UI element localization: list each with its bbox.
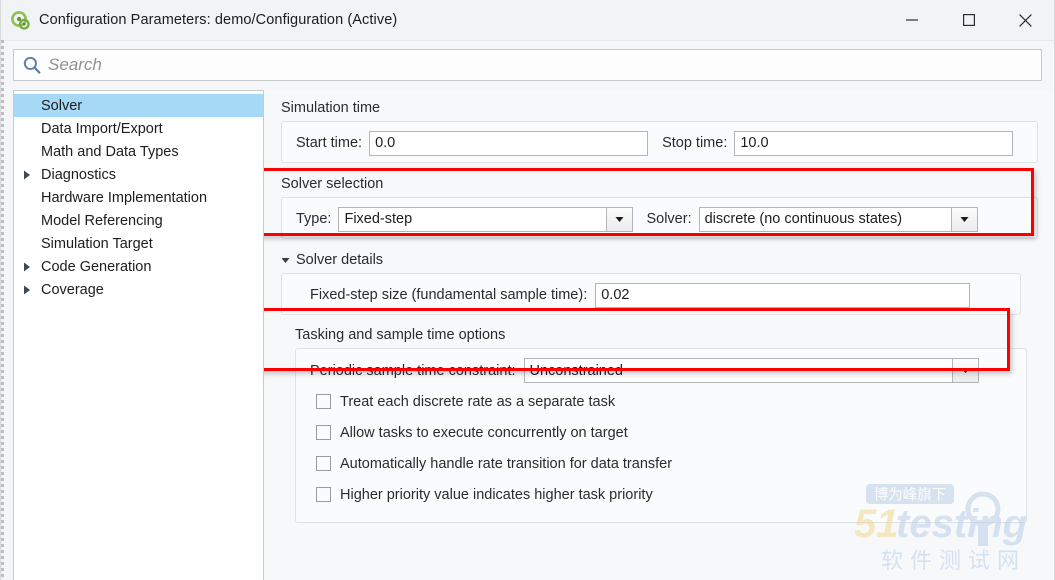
- sidebar-item-code-generation[interactable]: Code Generation: [14, 255, 263, 278]
- solver-type-dropdown[interactable]: Fixed-step: [338, 206, 634, 232]
- sidebar-item-label: Code Generation: [41, 258, 152, 275]
- window-left-edge: [1, 40, 4, 580]
- sidebar-item-coverage[interactable]: Coverage: [14, 278, 263, 301]
- simulink-icon: [10, 10, 30, 30]
- solver-dropdown[interactable]: discrete (no continuous states): [698, 206, 978, 232]
- triangle-down-icon[interactable]: [281, 257, 290, 264]
- chevron-down-icon[interactable]: [951, 359, 978, 382]
- solver-selection-title: Solver selection: [281, 176, 384, 192]
- fixed-step-size-label: Fixed-step size (fundamental sample time…: [310, 287, 588, 303]
- sidebar-item-simulation-target[interactable]: Simulation Target: [14, 232, 263, 255]
- expand-arrow-icon[interactable]: [18, 170, 36, 180]
- search-icon: [22, 55, 42, 75]
- sidebar-item-label: Data Import/Export: [41, 120, 163, 137]
- settings-pane: Simulation time Start time: 0.0 Stop tim…: [264, 90, 1054, 580]
- config-parameters-window: Configuration Parameters: demo/Configura…: [0, 0, 1055, 580]
- chevron-down-icon[interactable]: [950, 207, 977, 231]
- checkbox-row[interactable]: Automatically handle rate transition for…: [316, 448, 1026, 479]
- maximize-icon[interactable]: [940, 0, 997, 40]
- solver-value: discrete (no continuous states): [704, 211, 903, 227]
- solver-selection-panel: Type: Fixed-step Solver: discrete (no co…: [281, 197, 1038, 239]
- tasking-panel: Periodic sample time constraint: Unconst…: [295, 348, 1027, 523]
- checkbox-label: Higher priority value indicates higher t…: [340, 486, 653, 503]
- sidebar-item-label: Math and Data Types: [41, 143, 179, 160]
- checkbox-label: Treat each discrete rate as a separate t…: [340, 393, 616, 410]
- sidebar-item-label: Hardware Implementation: [41, 189, 208, 206]
- window-controls: [883, 0, 1054, 40]
- tasking-section: Tasking and sample time options Periodic…: [295, 327, 1027, 523]
- checkbox-label: Automatically handle rate transition for…: [340, 455, 673, 472]
- tasking-checkbox-list: Treat each discrete rate as a separate t…: [296, 386, 1026, 510]
- solver-details-panel: Fixed-step size (fundamental sample time…: [281, 273, 1021, 315]
- sidebar-item-solver[interactable]: Solver: [14, 94, 263, 117]
- expand-arrow-icon[interactable]: [18, 262, 36, 272]
- svg-text:软 件 测 试 网: 软 件 测 试 网: [881, 549, 1019, 574]
- checkbox-row[interactable]: Allow tasks to execute concurrently on t…: [316, 417, 1026, 448]
- sidebar-item-hardware-implementation[interactable]: Hardware Implementation: [14, 186, 263, 209]
- solver-selection-section: Solver selection Type: Fixed-step Solver…: [281, 176, 1038, 239]
- title-bar: Configuration Parameters: demo/Configura…: [1, 0, 1054, 41]
- chevron-down-icon[interactable]: [606, 207, 633, 231]
- search-box[interactable]: [13, 49, 1042, 81]
- solver-details-label: Solver details: [296, 252, 384, 268]
- solver-label: Solver:: [646, 211, 692, 227]
- checkbox-icon[interactable]: [316, 425, 331, 440]
- checkbox-icon[interactable]: [316, 456, 331, 471]
- solver-details-title[interactable]: Solver details: [281, 252, 1021, 268]
- sidebar-item-label: Model Referencing: [41, 212, 163, 229]
- close-icon[interactable]: [997, 0, 1054, 40]
- fixed-step-size-input[interactable]: 0.02: [595, 282, 971, 308]
- checkbox-row[interactable]: Higher priority value indicates higher t…: [316, 479, 1026, 510]
- simulation-time-section: Simulation time Start time: 0.0 Stop tim…: [281, 100, 1038, 163]
- simulation-time-title: Simulation time: [281, 100, 381, 116]
- simulation-time-panel: Start time: 0.0 Stop time: 10.0: [281, 121, 1038, 163]
- sidebar-item-data-import-export[interactable]: Data Import/Export: [14, 117, 263, 140]
- sample-time-constraint-dropdown[interactable]: Unconstrained: [523, 358, 979, 383]
- stop-time-label: Stop time:: [662, 135, 728, 151]
- sidebar-item-label: Solver: [41, 97, 83, 114]
- sidebar-item-label: Diagnostics: [41, 166, 116, 183]
- stop-time-input[interactable]: 10.0: [734, 130, 1014, 156]
- sample-time-constraint-label: Periodic sample time constraint:: [310, 362, 516, 379]
- solver-type-value: Fixed-step: [344, 211, 413, 227]
- expand-arrow-icon[interactable]: [18, 285, 36, 295]
- window-title: Configuration Parameters: demo/Configura…: [39, 12, 398, 28]
- sample-time-constraint-value: Unconstrained: [529, 362, 624, 379]
- sidebar-item-model-referencing[interactable]: Model Referencing: [14, 209, 263, 232]
- settings-tree[interactable]: Solver Data Import/Export Math and Data Ty…: [13, 90, 264, 580]
- tasking-title: Tasking and sample time options: [295, 327, 506, 343]
- sidebar-item-math-and-data-types[interactable]: Math and Data Types: [14, 140, 263, 163]
- sidebar-item-label: Simulation Target: [41, 235, 153, 252]
- sidebar-item-label: Coverage: [41, 281, 104, 298]
- start-time-label: Start time:: [296, 135, 363, 151]
- checkbox-label: Allow tasks to execute concurrently on t…: [340, 424, 628, 441]
- sidebar-item-diagnostics[interactable]: Diagnostics: [14, 163, 263, 186]
- start-time-input[interactable]: 0.0: [369, 130, 649, 156]
- checkbox-row[interactable]: Treat each discrete rate as a separate t…: [316, 386, 1026, 417]
- search-bar: [1, 41, 1054, 90]
- solver-type-label: Type:: [296, 211, 332, 227]
- solver-details-section: Solver details Fixed-step size (fundamen…: [281, 252, 1021, 315]
- minimize-icon[interactable]: [883, 0, 940, 40]
- checkbox-icon[interactable]: [316, 394, 331, 409]
- search-input[interactable]: [48, 51, 1041, 79]
- content-area: Solver Data Import/Export Math and Data Ty…: [1, 90, 1054, 580]
- checkbox-icon[interactable]: [316, 487, 331, 502]
